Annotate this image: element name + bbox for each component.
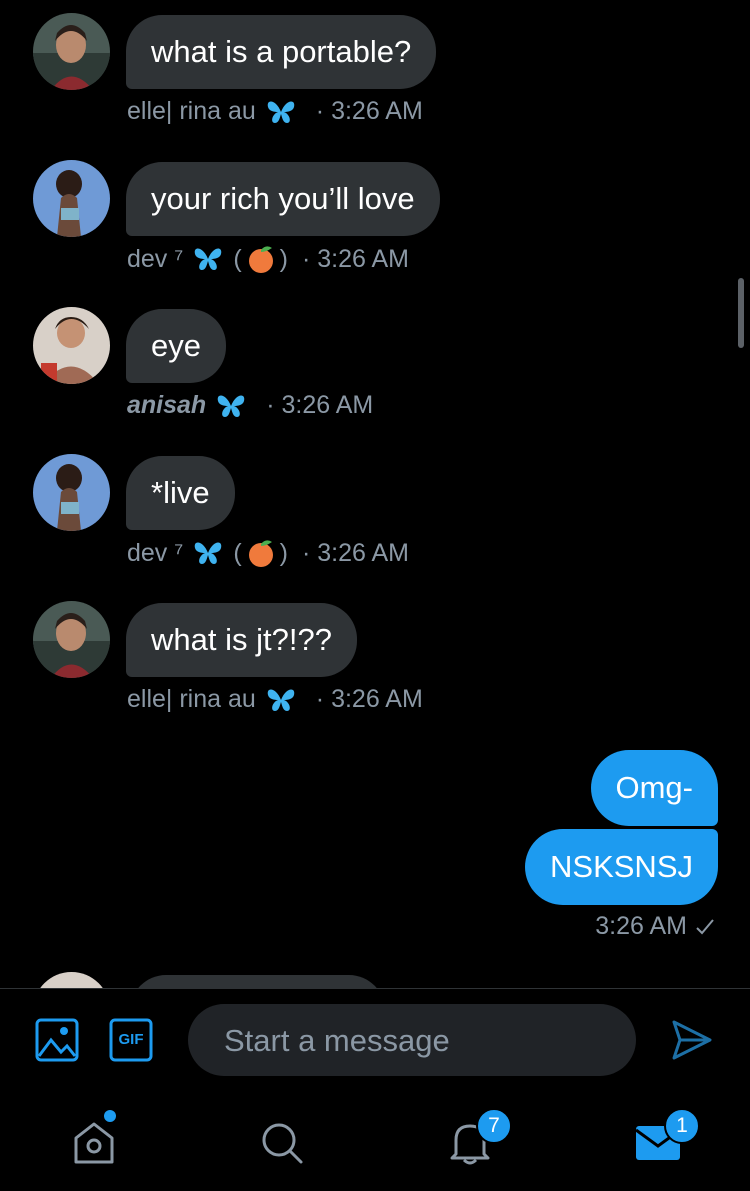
message-meta: anisah · 3:26 AM (127, 391, 373, 420)
butterfly-icon (267, 101, 295, 123)
message-meta: dev ⁷ ( ) · 3:26 AM (127, 244, 409, 274)
scrollbar[interactable] (738, 278, 744, 348)
butterfly-icon (217, 395, 245, 417)
timestamp: · 3:26 AM (315, 97, 423, 125)
paren-close: ) (279, 538, 288, 567)
outgoing-message-bubble[interactable]: Omg- (590, 750, 718, 826)
image-button[interactable] (35, 1018, 79, 1062)
message-bubble[interactable]: *live (126, 456, 235, 530)
conversation-thread[interactable]: what is a portable? elle| rina au · 3:26… (0, 0, 750, 988)
search-icon (262, 1123, 303, 1164)
home-icon (74, 1122, 114, 1164)
tab-search[interactable] (255, 1116, 307, 1168)
author-name: dev ⁷ (127, 538, 184, 567)
butterfly-icon (195, 248, 222, 270)
peach-icon (248, 540, 273, 567)
timestamp: · 3:26 AM (301, 244, 409, 273)
send-button[interactable] (670, 1018, 714, 1062)
paren-open: ( (233, 244, 242, 273)
message-meta: dev ⁷ ( ) · 3:26 AM (127, 538, 409, 568)
peach-icon (248, 246, 273, 273)
message-bubble[interactable]: what is a portable? (126, 15, 437, 89)
timestamp: 3:26 AM (595, 912, 687, 940)
gif-label: GIF (118, 1031, 144, 1048)
message-bubble[interactable]: eye (126, 309, 226, 383)
paren-open: ( (233, 538, 242, 567)
tab-notifications[interactable]: 7 (444, 1108, 512, 1168)
message-bubble[interactable]: what is jt?!?? (126, 603, 357, 677)
timestamp: · 3:26 AM (266, 391, 374, 419)
avatar[interactable] (33, 454, 110, 531)
outgoing-message-bubble[interactable]: NSKSNSJ (525, 829, 718, 905)
author-name: dev ⁷ (127, 244, 184, 273)
butterfly-icon (195, 542, 222, 564)
message-bubble[interactable]: your rich you’ll love (126, 162, 440, 236)
butterfly-icon (267, 689, 295, 711)
avatar[interactable] (33, 307, 110, 384)
avatar[interactable] (33, 601, 110, 678)
message-input[interactable] (222, 1004, 626, 1078)
author-name: elle| rina au (127, 685, 256, 713)
tab-home[interactable] (68, 1110, 120, 1168)
send-icon (672, 1020, 712, 1060)
notifications-badge: 7 (476, 1108, 512, 1144)
messages-badge: 1 (664, 1108, 700, 1144)
unread-dot (104, 1110, 116, 1122)
message-meta: elle| rina au · 3:26 AM (127, 97, 423, 126)
avatar[interactable] (33, 972, 110, 988)
author-name: elle| rina au (127, 97, 256, 125)
avatar[interactable] (33, 13, 110, 90)
paren-close: ) (279, 244, 288, 273)
image-icon (35, 1018, 79, 1062)
message-input-container (188, 1004, 636, 1078)
tab-messages[interactable]: 1 (632, 1108, 700, 1168)
check-icon (696, 918, 714, 934)
message-bubble-partial[interactable] (130, 975, 385, 988)
avatar[interactable] (33, 160, 110, 237)
outgoing-meta: 3:26 AM (595, 912, 715, 941)
message-meta: elle| rina au · 3:26 AM (127, 685, 423, 714)
gif-button[interactable]: GIF (109, 1018, 153, 1062)
timestamp: · 3:26 AM (315, 685, 423, 713)
timestamp: · 3:26 AM (301, 538, 409, 567)
author-name: anisah (127, 391, 207, 419)
